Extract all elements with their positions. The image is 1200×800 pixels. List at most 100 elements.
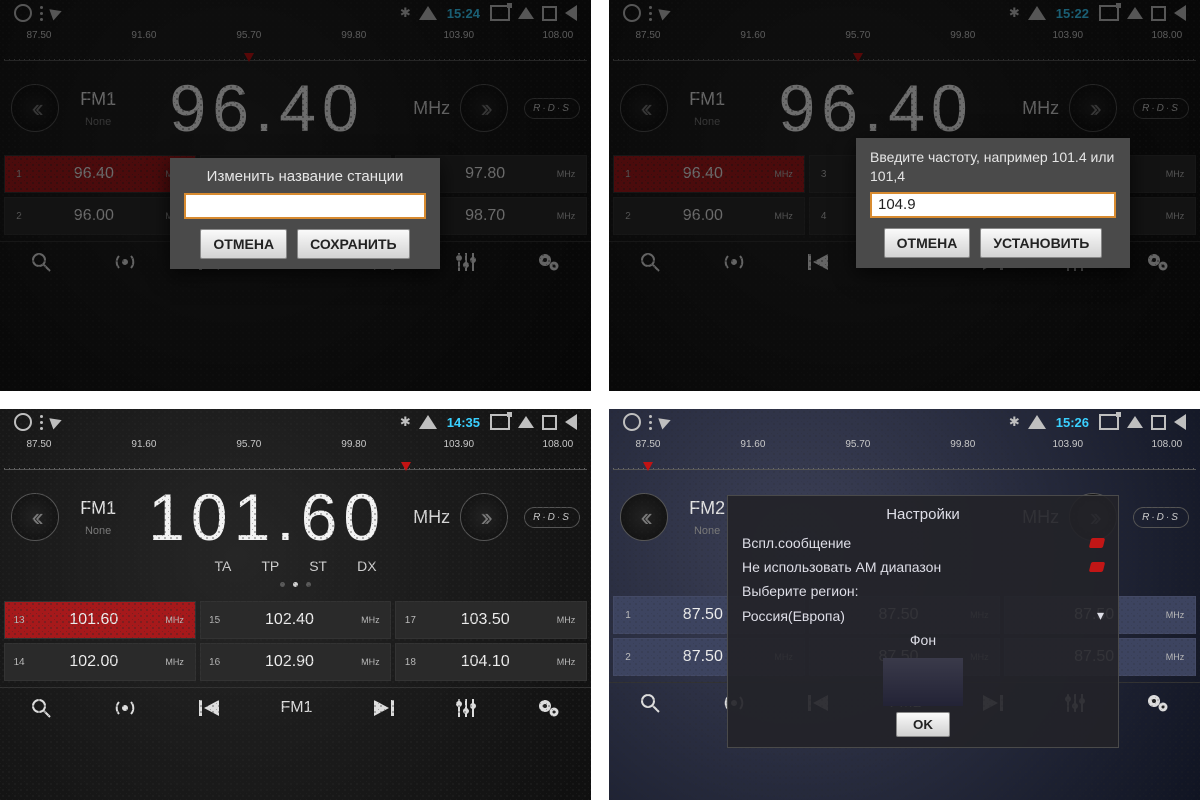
search-button[interactable]: [640, 693, 660, 713]
screencast-icon[interactable]: [490, 5, 510, 21]
clock: 15:26: [1056, 415, 1089, 430]
preset-slot[interactable]: 15102.40MHz: [200, 601, 392, 639]
frequency-value[interactable]: 96.40: [746, 75, 1006, 141]
frequency-scale[interactable]: 87.50 91.60 95.70 99.80 103.90 108.00: [613, 30, 1196, 61]
rename-station-dialog: Изменить название станции ОТМЕНА СОХРАНИ…: [170, 158, 440, 269]
eject-icon[interactable]: [1127, 7, 1143, 19]
eject-icon[interactable]: [1127, 416, 1143, 428]
frequency-value[interactable]: 101.60: [137, 484, 397, 550]
nav-pointer-icon[interactable]: [51, 416, 62, 428]
bluetooth-icon: ✱: [400, 5, 411, 21]
search-button[interactable]: [640, 252, 660, 272]
rds-badge: R·D·S: [1133, 98, 1189, 119]
seek-prev-button[interactable]: [620, 84, 668, 132]
tick-label: 103.90: [443, 439, 474, 450]
prev-track-button[interactable]: [199, 700, 219, 716]
seek-prev-button[interactable]: [11, 493, 59, 541]
screencast-icon[interactable]: [1099, 5, 1119, 21]
menu-dots-icon[interactable]: [40, 6, 43, 21]
cancel-button[interactable]: ОТМЕНА: [200, 229, 287, 259]
home-circle-icon[interactable]: [14, 4, 32, 22]
home-circle-icon[interactable]: [623, 4, 641, 22]
preset-slot[interactable]: 14102.00MHz: [4, 643, 196, 681]
preset-slot[interactable]: 13101.60MHz: [4, 601, 196, 639]
menu-dots-icon[interactable]: [40, 415, 43, 430]
preset-index: 13: [5, 615, 33, 626]
band-switch-button[interactable]: FM1: [280, 699, 312, 717]
search-button[interactable]: [31, 252, 51, 272]
preset-unit: MHz: [350, 615, 390, 625]
equalizer-button[interactable]: [456, 253, 476, 271]
tick-label: 87.50: [26, 439, 51, 450]
preset-slot[interactable]: 16102.90MHz: [200, 643, 392, 681]
frequency-input[interactable]: [870, 192, 1116, 218]
preset-grid: 13101.60MHz15102.40MHz17103.50MHz 14102.0…: [4, 601, 587, 681]
recents-icon[interactable]: [542, 415, 557, 430]
eject-icon[interactable]: [518, 416, 534, 428]
preset-index: 3: [810, 169, 838, 180]
scan-button[interactable]: [113, 252, 137, 272]
menu-dots-icon[interactable]: [649, 6, 652, 21]
background-thumbnail[interactable]: [883, 658, 963, 706]
band-label: FM2: [689, 498, 725, 519]
recents-icon[interactable]: [1151, 415, 1166, 430]
region-select[interactable]: Россия(Европа): [742, 608, 845, 624]
search-button[interactable]: [31, 698, 51, 718]
eject-icon[interactable]: [518, 7, 534, 19]
frequency-value[interactable]: 96.40: [137, 75, 397, 141]
back-icon[interactable]: [565, 5, 577, 21]
frequency-display: FM1None 96.40 MHz R·D·S: [0, 75, 591, 141]
set-button[interactable]: УСТАНОВИТЬ: [980, 228, 1102, 258]
home-circle-icon[interactable]: [14, 413, 32, 431]
tuning-needle: [853, 53, 863, 62]
preset-slot[interactable]: 17103.50MHz: [395, 601, 587, 639]
preset-slot[interactable]: 296.00MHz: [613, 197, 805, 235]
preset-slot[interactable]: 18104.10MHz: [395, 643, 587, 681]
status-bar: ✱ 15:24: [0, 0, 591, 26]
menu-dots-icon[interactable]: [649, 415, 652, 430]
seek-next-button[interactable]: [460, 493, 508, 541]
settings-button[interactable]: [538, 252, 560, 272]
home-circle-icon[interactable]: [623, 413, 641, 431]
back-icon[interactable]: [1174, 414, 1186, 430]
seek-prev-button[interactable]: [620, 493, 668, 541]
toggle-no-am[interactable]: [1089, 562, 1105, 572]
nav-pointer-icon[interactable]: [660, 416, 671, 428]
next-track-button[interactable]: [374, 700, 394, 716]
recents-icon[interactable]: [1151, 6, 1166, 21]
preset-slot[interactable]: 196.40MHz: [4, 155, 196, 193]
seek-next-button[interactable]: [1069, 84, 1117, 132]
preset-unit: MHz: [1155, 211, 1195, 221]
settings-button[interactable]: [1147, 693, 1169, 713]
preset-slot[interactable]: 296.00MHz: [4, 197, 196, 235]
tick-label: 95.70: [236, 439, 261, 450]
toggle-popup[interactable]: [1089, 538, 1105, 548]
preset-slot[interactable]: 196.40MHz: [613, 155, 805, 193]
equalizer-button[interactable]: [456, 699, 476, 717]
seek-prev-button[interactable]: [11, 84, 59, 132]
nav-pointer-icon[interactable]: [660, 7, 671, 19]
back-icon[interactable]: [1174, 5, 1186, 21]
settings-button[interactable]: [538, 698, 560, 718]
frequency-scale[interactable]: 87.50 91.60 95.70 99.80 103.90 108.00: [4, 30, 587, 61]
recents-icon[interactable]: [542, 6, 557, 21]
screencast-icon[interactable]: [490, 414, 510, 430]
settings-button[interactable]: [1147, 252, 1169, 272]
scan-button[interactable]: [722, 252, 746, 272]
ok-button[interactable]: OK: [896, 712, 950, 737]
cancel-button[interactable]: ОТМЕНА: [884, 228, 971, 258]
seek-next-button[interactable]: [460, 84, 508, 132]
flag-tp: TP: [261, 558, 279, 574]
tick-label: 95.70: [236, 30, 261, 41]
frequency-scale[interactable]: 87.50 91.60 95.70 99.80 103.90 108.00: [613, 439, 1196, 470]
tick-label: 87.50: [635, 30, 660, 41]
nav-pointer-icon[interactable]: [51, 7, 62, 19]
scan-button[interactable]: [113, 698, 137, 718]
tick-label: 108.00: [1152, 30, 1183, 41]
frequency-scale[interactable]: 87.50 91.60 95.70 99.80 103.90 108.00: [4, 439, 587, 470]
station-name-input[interactable]: [184, 193, 426, 219]
back-icon[interactable]: [565, 414, 577, 430]
save-button[interactable]: СОХРАНИТЬ: [297, 229, 409, 259]
screencast-icon[interactable]: [1099, 414, 1119, 430]
prev-track-button[interactable]: [808, 254, 828, 270]
